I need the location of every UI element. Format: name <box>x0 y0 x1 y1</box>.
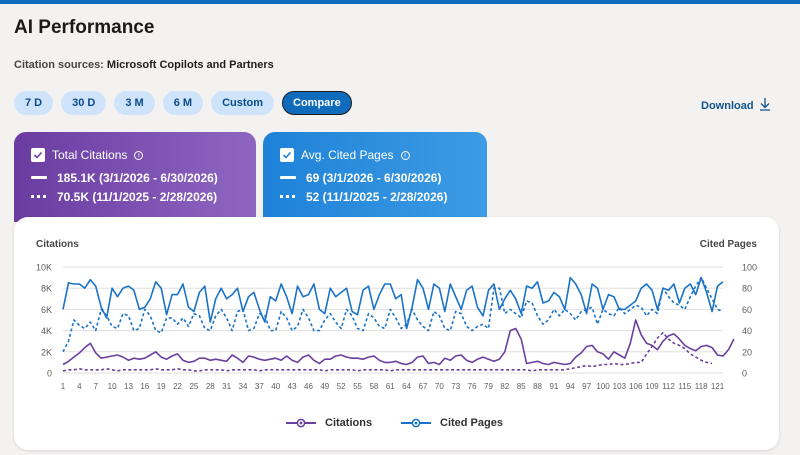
x-tick-label: 40 <box>271 382 280 391</box>
x-tick-label: 55 <box>353 382 362 391</box>
x-tick-label: 46 <box>304 382 313 391</box>
left-tick-label: 8K <box>41 284 52 294</box>
x-tick-label: 4 <box>77 382 82 391</box>
legend-pages-label: Cited Pages <box>440 417 503 429</box>
right-axis-label: Cited Pages <box>700 239 758 250</box>
x-tick-label: 13 <box>124 382 133 391</box>
x-tick-label: 79 <box>484 382 493 391</box>
x-tick-label: 100 <box>596 382 610 391</box>
x-tick-label: 67 <box>419 382 428 391</box>
x-tick-label: 91 <box>549 382 558 391</box>
x-tick-label: 103 <box>613 382 627 391</box>
x-tick-label: 106 <box>629 382 643 391</box>
x-tick-label: 115 <box>678 382 691 391</box>
x-tick-label: 97 <box>582 382 591 391</box>
right-tick-label: 0 <box>742 369 747 379</box>
x-tick-label: 61 <box>386 382 395 391</box>
x-tick-label: 22 <box>173 382 182 391</box>
legend-citations-marker-icon <box>286 418 316 428</box>
x-tick-label: 88 <box>533 382 542 391</box>
x-tick-label: 7 <box>94 382 99 391</box>
left-tick-label: 4K <box>41 326 52 336</box>
left-axis-label: Citations <box>36 239 79 250</box>
legend-pages-marker-icon <box>401 418 431 428</box>
left-tick-label: 10K <box>36 263 52 273</box>
x-tick-label: 121 <box>711 382 725 391</box>
x-tick-label: 76 <box>468 382 477 391</box>
left-tick-label: 6K <box>41 305 52 315</box>
x-tick-label: 85 <box>517 382 526 391</box>
right-tick-label: 40 <box>742 326 752 336</box>
x-tick-label: 43 <box>288 382 297 391</box>
x-tick-label: 70 <box>435 382 444 391</box>
x-tick-label: 28 <box>206 382 215 391</box>
legend-cited-pages[interactable]: Cited Pages <box>401 417 503 429</box>
x-tick-label: 31 <box>222 382 231 391</box>
x-tick-label: 94 <box>566 382 575 391</box>
x-tick-label: 19 <box>157 382 166 391</box>
right-tick-label: 100 <box>742 263 757 273</box>
cited-pages-series-line <box>62 276 724 330</box>
x-tick-label: 112 <box>662 382 675 391</box>
x-tick-label: 16 <box>140 382 149 391</box>
citations-series-line <box>62 319 735 366</box>
x-tick-label: 58 <box>369 382 378 391</box>
x-tick-label: 64 <box>402 382 411 391</box>
right-tick-label: 60 <box>742 305 752 315</box>
x-tick-label: 25 <box>189 382 198 391</box>
x-tick-label: 109 <box>645 382 659 391</box>
left-tick-label: 2K <box>41 347 52 357</box>
x-tick-label: 52 <box>337 382 346 391</box>
x-tick-label: 37 <box>255 382 264 391</box>
right-tick-label: 80 <box>742 284 752 294</box>
left-tick-label: 0 <box>47 369 52 379</box>
right-tick-label: 20 <box>742 347 752 357</box>
x-tick-label: 118 <box>695 382 708 391</box>
x-tick-label: 1 <box>61 382 66 391</box>
x-tick-label: 73 <box>451 382 460 391</box>
legend-citations-label: Citations <box>325 417 373 429</box>
x-tick-label: 34 <box>239 382 248 391</box>
x-tick-label: 82 <box>500 382 509 391</box>
performance-line-chart[interactable]: Citations Cited Pages 0 2K 4K 6K 8K 10K 0 20 40 6… <box>0 0 800 455</box>
x-tick-label: 10 <box>108 382 117 391</box>
x-tick-label: 49 <box>320 382 329 391</box>
legend-citations[interactable]: Citations <box>286 417 372 429</box>
